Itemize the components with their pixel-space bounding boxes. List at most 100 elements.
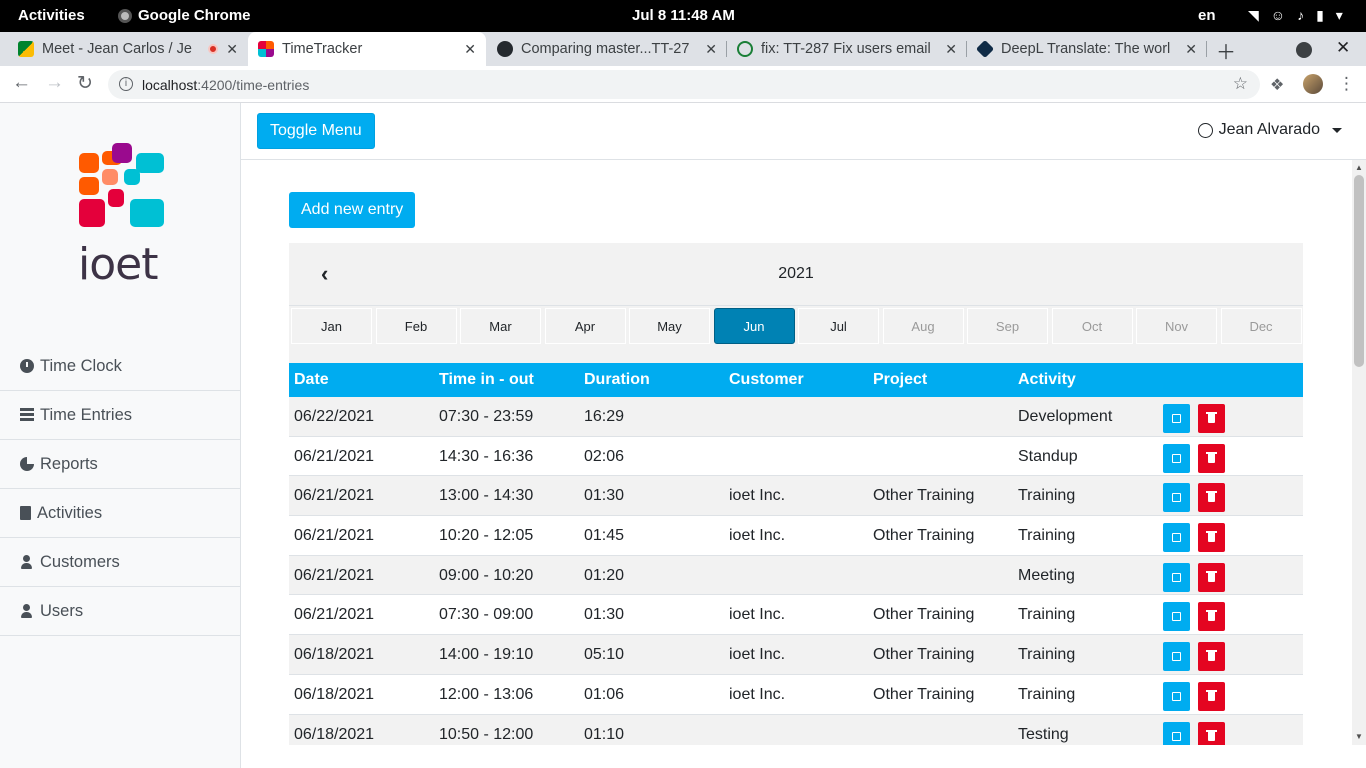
sidebar-item-reports[interactable]: Reports [0,440,240,489]
column-header[interactable]: Date [294,371,329,389]
cell-activity: Training [1018,527,1076,545]
tab-close-icon[interactable]: ✕ [226,41,238,58]
month-dec[interactable]: Dec [1220,308,1302,344]
tab-close-icon[interactable]: ✕ [705,41,717,58]
cell-duration: 05:10 [584,646,625,664]
month-jul[interactable]: Jul [798,308,879,344]
app-menu[interactable]: Google Chrome [118,7,251,24]
recording-icon [208,44,219,54]
scroll-up-icon[interactable]: ▲ [1355,163,1363,172]
month-may[interactable]: May [629,308,710,344]
edit-entry-button[interactable] [1163,523,1190,553]
tab-strip: Meet - Jean Carlos / Je ✕ TimeTracker ✕ … [0,32,1366,66]
column-header[interactable]: Customer [729,371,804,389]
tab-title: Meet - Jean Carlos / Je [42,41,192,57]
column-header[interactable]: Activity [1018,371,1076,389]
address-bar[interactable]: i localhost:4200/time-entries ☆ [108,70,1260,99]
tab-deepl[interactable]: DeepL Translate: The worl ✕ [967,32,1207,66]
column-header[interactable]: Project [873,371,927,389]
activities-button[interactable]: Activities [18,7,85,24]
cell-date: 06/18/2021 [294,685,375,703]
sidebar-item-time-clock[interactable]: Time Clock [0,342,240,391]
language-indicator[interactable]: en [1198,7,1216,24]
cell-project: Other Training [873,527,975,545]
window-close-icon[interactable]: ✕ [1336,38,1350,58]
bookmark-star-icon[interactable]: ☆ [1233,74,1248,94]
url-path: :4200/time-entries [197,77,310,93]
chrome-menu-icon[interactable]: ⋮ [1338,74,1355,94]
tab-close-icon[interactable]: ✕ [945,41,957,58]
edit-entry-button[interactable] [1163,404,1190,433]
month-aug[interactable]: Aug [882,308,964,344]
add-new-entry-button[interactable]: Add new entry [289,192,416,228]
month-mar[interactable]: Mar [460,308,541,344]
reload-icon[interactable]: ↻ [77,72,93,95]
clock[interactable]: Jul 8 11:48 AM [632,7,735,24]
edit-entry-button[interactable] [1163,681,1190,711]
sidebar-item-activities[interactable]: Activities [0,489,240,538]
tab-github-compare[interactable]: Comparing master...TT-27 ✕ [487,32,727,66]
delete-entry-button[interactable] [1198,681,1225,711]
tab-search-icon[interactable] [1296,42,1312,58]
cell-activity: Training [1018,606,1076,624]
toggle-menu-button[interactable]: Toggle Menu [257,113,375,149]
extensions-icon[interactable]: ❖ [1270,75,1284,95]
delete-entry-button[interactable] [1198,562,1225,592]
new-tab-icon[interactable]: ＋ [1216,36,1236,65]
tab-github-fix[interactable]: fix: TT-287 Fix users email ✕ [727,32,967,66]
cell-date: 06/18/2021 [294,646,375,664]
logo-text: ioet [78,239,158,290]
delete-entry-button[interactable] [1198,642,1225,672]
scrollbar-thumb[interactable] [1354,175,1364,367]
edit-entry-button[interactable] [1163,721,1190,745]
delete-entry-button[interactable] [1198,483,1225,513]
delete-entry-button[interactable] [1198,602,1225,632]
delete-entry-button[interactable] [1198,404,1225,433]
cell-duration: 01:45 [584,527,625,545]
edit-entry-button[interactable] [1163,483,1190,513]
main-content: Add new entry ‹ 2021 Jan Feb Mar Apr May Jun J… [241,160,1352,745]
cell-activity: Training [1018,487,1076,505]
cell-project: Other Training [873,646,975,664]
delete-entry-button[interactable] [1198,443,1225,473]
sidebar-item-users[interactable]: Users [0,587,240,636]
scroll-down-icon[interactable]: ▼ [1355,732,1363,741]
page-scrollbar[interactable]: ▲ ▼ [1352,160,1366,745]
google-meet-icon [18,41,34,57]
month-apr[interactable]: Apr [544,308,626,344]
column-header[interactable]: Duration [584,371,650,389]
month-nov[interactable]: Nov [1136,308,1217,344]
forward-icon[interactable]: → [45,72,64,94]
sidebar-item-customers[interactable]: Customers [0,538,240,587]
tab-close-icon[interactable]: ✕ [1185,41,1197,58]
delete-entry-button[interactable] [1198,523,1225,553]
delete-entry-button[interactable] [1198,721,1225,745]
cell-duration: 01:06 [584,685,625,703]
month-jun[interactable]: Jun [713,308,795,344]
tab-close-icon[interactable]: ✕ [464,41,476,58]
accessibility-icon: ☺ [1270,7,1286,23]
tab-timetracker[interactable]: TimeTracker ✕ [248,32,486,66]
user-menu-dropdown[interactable]: Jean Alvarado [1197,121,1342,139]
sidebar-item-time-entries[interactable]: Time Entries [0,391,240,440]
month-sep[interactable]: Sep [967,308,1048,344]
profile-avatar[interactable] [1303,74,1323,94]
github-icon [737,41,753,57]
cell-date: 06/21/2021 [294,487,375,505]
edit-entry-button[interactable] [1163,562,1190,592]
system-tray[interactable]: ◥ ☺ ♪ ▮ ▾ [1248,7,1343,24]
month-oct[interactable]: Oct [1051,308,1133,344]
site-info-icon[interactable]: i [119,77,133,91]
column-header[interactable]: Time in - out [439,371,534,389]
cell-date: 06/21/2021 [294,447,375,465]
tab-meet[interactable]: Meet - Jean Carlos / Je ✕ [8,32,248,66]
edit-entry-button[interactable] [1163,602,1190,632]
month-feb[interactable]: Feb [375,308,457,344]
cell-time: 12:00 - 13:06 [439,685,534,703]
edit-entry-button[interactable] [1163,443,1190,473]
month-jan[interactable]: Jan [291,308,372,344]
cell-time: 10:20 - 12:05 [439,527,534,545]
edit-entry-button[interactable] [1163,642,1190,672]
back-icon[interactable]: ← [12,72,31,94]
table-row: 06/18/2021 12:00 - 13:06 01:06 ioet Inc. Oth… [289,675,1303,715]
